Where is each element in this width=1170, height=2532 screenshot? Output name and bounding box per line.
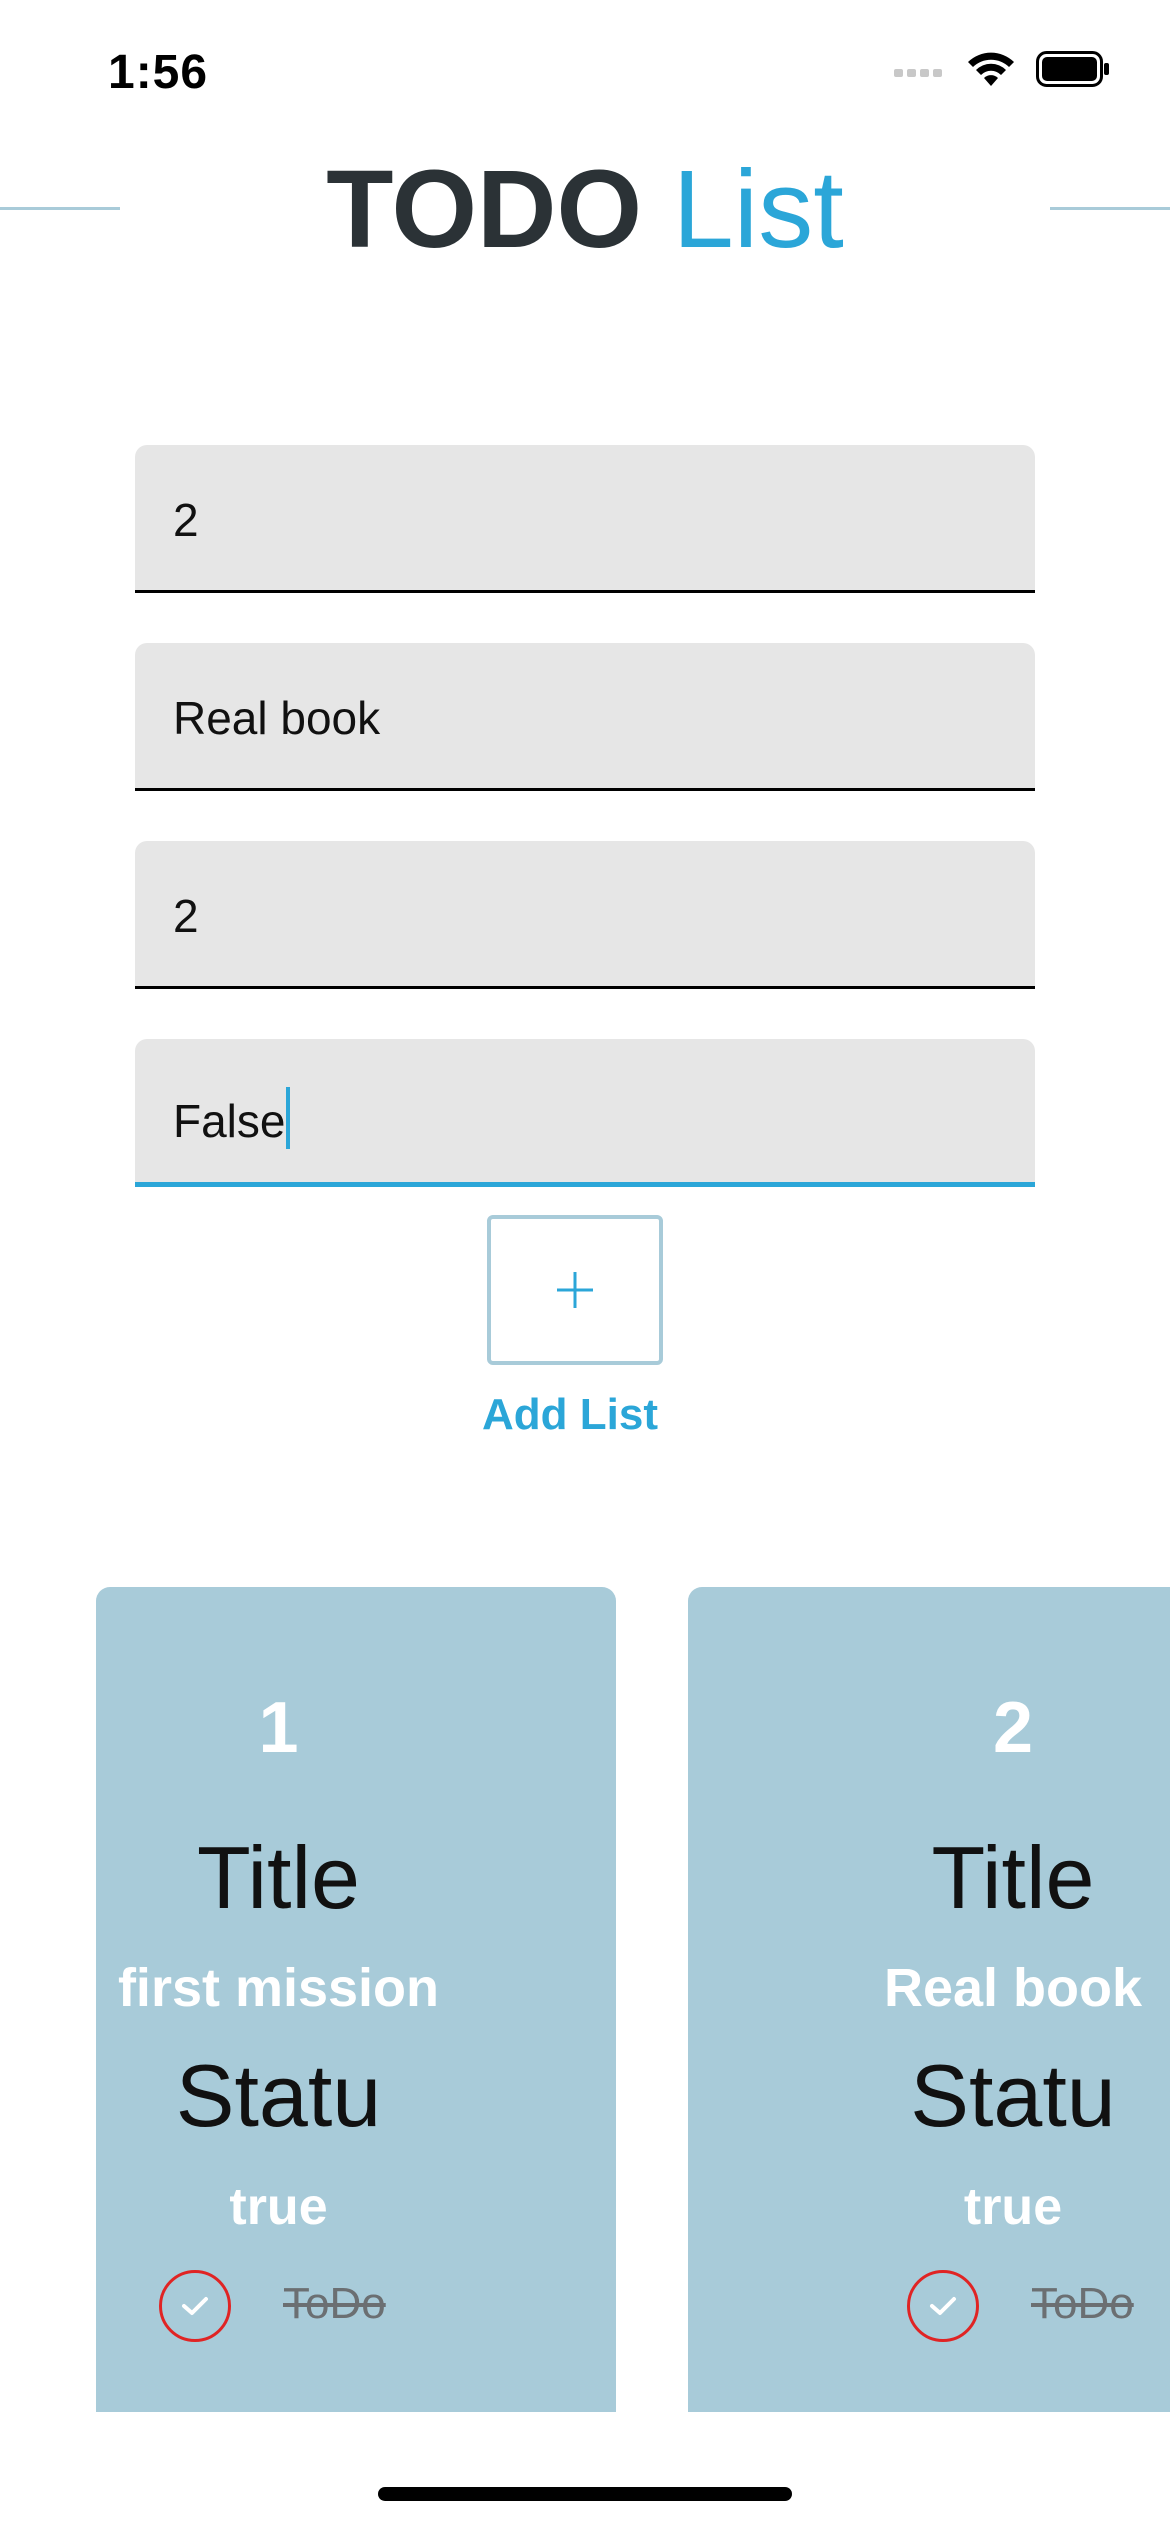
card-title-value: first mission (117, 1958, 440, 2018)
battery-icon (1036, 51, 1110, 92)
todo-label: ToDo (1031, 2279, 1134, 2328)
card-id: 1 (258, 1688, 299, 1768)
card-status-value: true (229, 2178, 328, 2236)
id-input[interactable]: 2 (135, 445, 1035, 593)
card-status-label: Statu (175, 2046, 382, 2145)
user-id-input[interactable]: 2 (135, 841, 1035, 989)
app-title-strong: TODO (326, 148, 643, 271)
status-time: 1:56 (108, 46, 209, 99)
cellular-signal-icon (894, 61, 946, 82)
add-list-label[interactable]: Add List (430, 1390, 710, 1440)
status-bar: 1:56 (0, 0, 1170, 140)
title-input-value: Real book (173, 692, 381, 744)
card-id: 2 (992, 1688, 1034, 1768)
user-id-input-value: 2 (173, 890, 199, 942)
status-input-text: False (173, 1087, 291, 1149)
card-title-label: Title (197, 1828, 360, 1927)
id-input-value: 2 (173, 494, 199, 546)
card-status-value: true (963, 2178, 1063, 2236)
card-title-label: Title (931, 1828, 1095, 1927)
card-status-label: Statu (910, 2046, 1116, 2145)
complete-toggle-button[interactable] (159, 2270, 231, 2342)
checkmark-icon (182, 2297, 208, 2315)
home-indicator[interactable] (378, 2487, 792, 2501)
todo-card: 1 Title first mission Statu true ToDo (96, 1587, 616, 2412)
app-title-light: List (672, 148, 844, 271)
todo-card: 2 Title Real book Statu true ToDo (688, 1587, 1170, 2412)
status-icons (894, 50, 1110, 93)
status-input[interactable]: False (135, 1039, 1035, 1187)
checkmark-icon (930, 2297, 956, 2315)
add-list-button[interactable] (487, 1215, 663, 1365)
title-input[interactable]: Real book (135, 643, 1035, 791)
complete-toggle-button[interactable] (907, 2270, 979, 2342)
wifi-icon (966, 50, 1016, 93)
card-title-value: Real book (883, 1958, 1143, 2018)
app-title: TODO List (0, 145, 1170, 275)
plus-icon (557, 1272, 593, 1308)
status-input-value: False (173, 1095, 286, 1147)
todo-label: ToDo (283, 2279, 386, 2328)
text-caret (286, 1087, 291, 1149)
